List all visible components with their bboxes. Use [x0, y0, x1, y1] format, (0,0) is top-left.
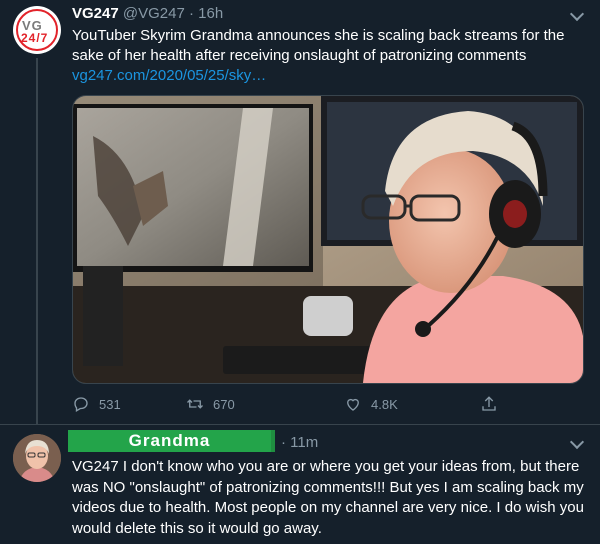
tweet-time[interactable]: 16h: [198, 5, 223, 22]
reply-count: 531: [99, 396, 121, 412]
name-highlight-edge: [271, 430, 275, 452]
retweet-count: 670: [213, 396, 235, 412]
thread-line: [36, 58, 38, 424]
share-button[interactable]: [480, 392, 498, 416]
original-tweet[interactable]: VG 24/7 VG247 @VG247 · 16h YouTuber Skyr…: [0, 0, 600, 424]
grandma-avatar-photo: [13, 434, 61, 482]
tweet-header: VG247 @VG247 · 16h: [72, 4, 223, 24]
vg247-avatar[interactable]: VG 24/7: [13, 6, 61, 54]
grandma-gaming-photo: [73, 96, 583, 383]
reply-icon: [74, 397, 88, 412]
like-count: 4.8K: [371, 396, 398, 412]
heart-icon: [347, 398, 359, 411]
reply-button[interactable]: 531: [72, 392, 121, 416]
chevron-down-icon[interactable]: [569, 6, 585, 22]
tweet-media-image[interactable]: [72, 95, 584, 384]
tweet-text: YouTuber Skyrim Grandma announces she is…: [72, 27, 565, 64]
author-name[interactable]: VG247: [72, 5, 119, 22]
reply-author-name[interactable]: Grandma: [68, 430, 271, 452]
retweet-icon: [187, 399, 203, 409]
tweet-link[interactable]: vg247.com/2020/05/25/sky…: [72, 66, 266, 86]
grandma-avatar[interactable]: [13, 434, 61, 482]
avatar-logo-bottom: 24/7: [21, 31, 49, 45]
like-button[interactable]: 4.8K: [344, 392, 398, 416]
retweet-button[interactable]: 670: [186, 392, 235, 416]
header-separator: ·: [188, 5, 194, 22]
share-icon: [482, 396, 496, 411]
reply-time[interactable]: · 11m: [281, 433, 318, 453]
tweet-actions: 531 670 4.8K: [72, 392, 582, 416]
reply-text: VG247 I don't know who you are or where …: [72, 458, 584, 537]
author-handle[interactable]: @VG247: [123, 5, 185, 22]
